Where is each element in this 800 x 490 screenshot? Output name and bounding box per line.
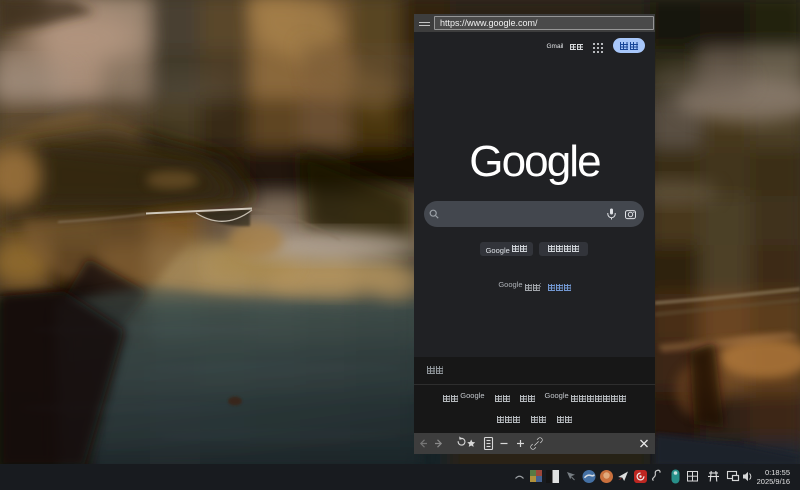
svg-text:0:18:55: 0:18:55 xyxy=(765,468,790,477)
svg-text:2025/9/16: 2025/9/16 xyxy=(757,477,790,486)
